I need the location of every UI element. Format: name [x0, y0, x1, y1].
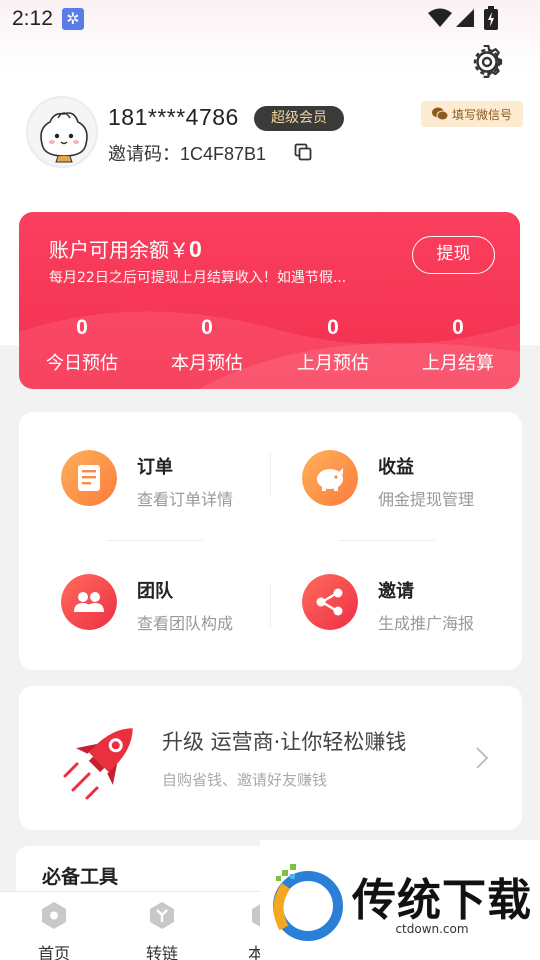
wechat-button-label: 填写微信号 — [451, 107, 512, 122]
menu-subtitle: 查看订单详情 — [137, 490, 234, 509]
order-icon — [61, 450, 117, 506]
balance-card: 账户可用余额￥0 每月22日之后可提现上月结算收入！如遇节假... 提现 0 今… — [19, 212, 520, 389]
menu-divider — [339, 540, 435, 541]
stat-value: 0 — [201, 316, 213, 339]
status-time: 2:12 — [12, 7, 53, 30]
copy-icon[interactable] — [294, 143, 312, 161]
invite-code-label: 邀请码： — [108, 144, 180, 165]
home-icon — [42, 902, 66, 929]
withdraw-button[interactable]: 提现 — [412, 236, 495, 274]
upgrade-title: 升级 运营商·让你轻松赚钱 — [162, 730, 407, 754]
share-icon — [302, 574, 358, 630]
menu-subtitle: 查看团队构成 — [137, 614, 234, 633]
menu-subtitle: 佣金提现管理 — [378, 490, 475, 509]
stat-last-month-estimate[interactable]: 0 上月预估 — [273, 316, 393, 375]
stat-value: 0 — [452, 316, 464, 339]
nav-home[interactable]: 首页 — [14, 900, 94, 960]
link-icon — [150, 902, 174, 929]
balance-title: 账户可用余额￥0 — [49, 234, 202, 263]
watermark-logo: 传统下载 ctdown.com — [260, 840, 540, 960]
stat-label: 上月结算 — [422, 353, 494, 374]
stat-label: 今日预估 — [46, 353, 118, 374]
menu-divider — [270, 452, 271, 496]
stat-month-estimate[interactable]: 0 本月预估 — [147, 316, 267, 375]
gear-icon[interactable] — [470, 45, 504, 79]
battery-icon — [484, 6, 498, 30]
nav-label: 转链 — [145, 944, 178, 960]
menu-item-orders[interactable]: 订单 查看订单详情 — [61, 450, 291, 530]
stat-label: 上月预估 — [297, 353, 369, 374]
signal-icon — [456, 9, 474, 27]
status-bar: 2:12 ✲ — [0, 0, 540, 36]
rocket-icon — [63, 728, 133, 800]
nav-link[interactable]: 转链 — [122, 900, 202, 960]
user-phone: 181****4786 — [108, 104, 239, 130]
ctdown-logo-icon — [273, 864, 343, 941]
wifi-icon — [428, 8, 452, 27]
watermark-url: ctdown.com — [395, 922, 469, 936]
upgrade-banner[interactable]: 升级 运营商·让你轻松赚钱 自购省钱、邀请好友赚钱 — [19, 686, 522, 830]
stat-value: 0 — [327, 316, 339, 339]
wechat-icon — [431, 107, 448, 121]
upgrade-subtitle: 自购省钱、邀请好友赚钱 — [162, 771, 328, 789]
menu-title: 订单 — [137, 457, 173, 478]
balance-title-label: 账户可用余额￥ — [49, 238, 189, 262]
invite-code-value: 1C4F87B1 — [180, 144, 267, 164]
avatar[interactable] — [26, 96, 98, 168]
tools-title: 必备工具 — [42, 866, 119, 888]
fill-wechat-button[interactable]: 填写微信号 — [421, 101, 523, 127]
stat-value: 0 — [76, 316, 88, 339]
menu-item-invite[interactable]: 邀请 生成推广海报 — [302, 574, 532, 654]
member-badge: 超级会员 — [254, 106, 344, 131]
app-notification-icon: ✲ — [62, 8, 84, 30]
menu-item-earnings[interactable]: 收益 佣金提现管理 — [302, 450, 532, 530]
invite-code-row: 邀请码：1C4F87B1 — [108, 140, 266, 166]
menu-divider — [107, 540, 203, 541]
nav-label: 首页 — [37, 944, 70, 960]
menu-title: 邀请 — [378, 581, 414, 602]
chevron-right-icon — [476, 747, 489, 769]
watermark-brand: 传统下载 — [352, 875, 532, 926]
balance-amount: 0 — [189, 236, 202, 262]
piggy-bank-icon — [302, 450, 358, 506]
team-icon — [61, 574, 117, 630]
menu-divider — [270, 584, 271, 628]
stat-last-month-settled[interactable]: 0 上月结算 — [398, 316, 518, 375]
menu-title: 团队 — [137, 581, 173, 602]
function-menu: 订单 查看订单详情 收益 佣金提现管理 团队 查看团队构成 邀请 生成推广海报 — [19, 412, 522, 670]
balance-note: 每月22日之后可提现上月结算收入！如遇节假... — [49, 270, 347, 286]
steamed-bun-mascot-icon — [40, 112, 88, 163]
stat-today-estimate[interactable]: 0 今日预估 — [22, 316, 142, 375]
menu-title: 收益 — [378, 457, 414, 478]
menu-subtitle: 生成推广海报 — [378, 614, 475, 633]
menu-item-team[interactable]: 团队 查看团队构成 — [61, 574, 291, 654]
stat-label: 本月预估 — [171, 353, 243, 374]
